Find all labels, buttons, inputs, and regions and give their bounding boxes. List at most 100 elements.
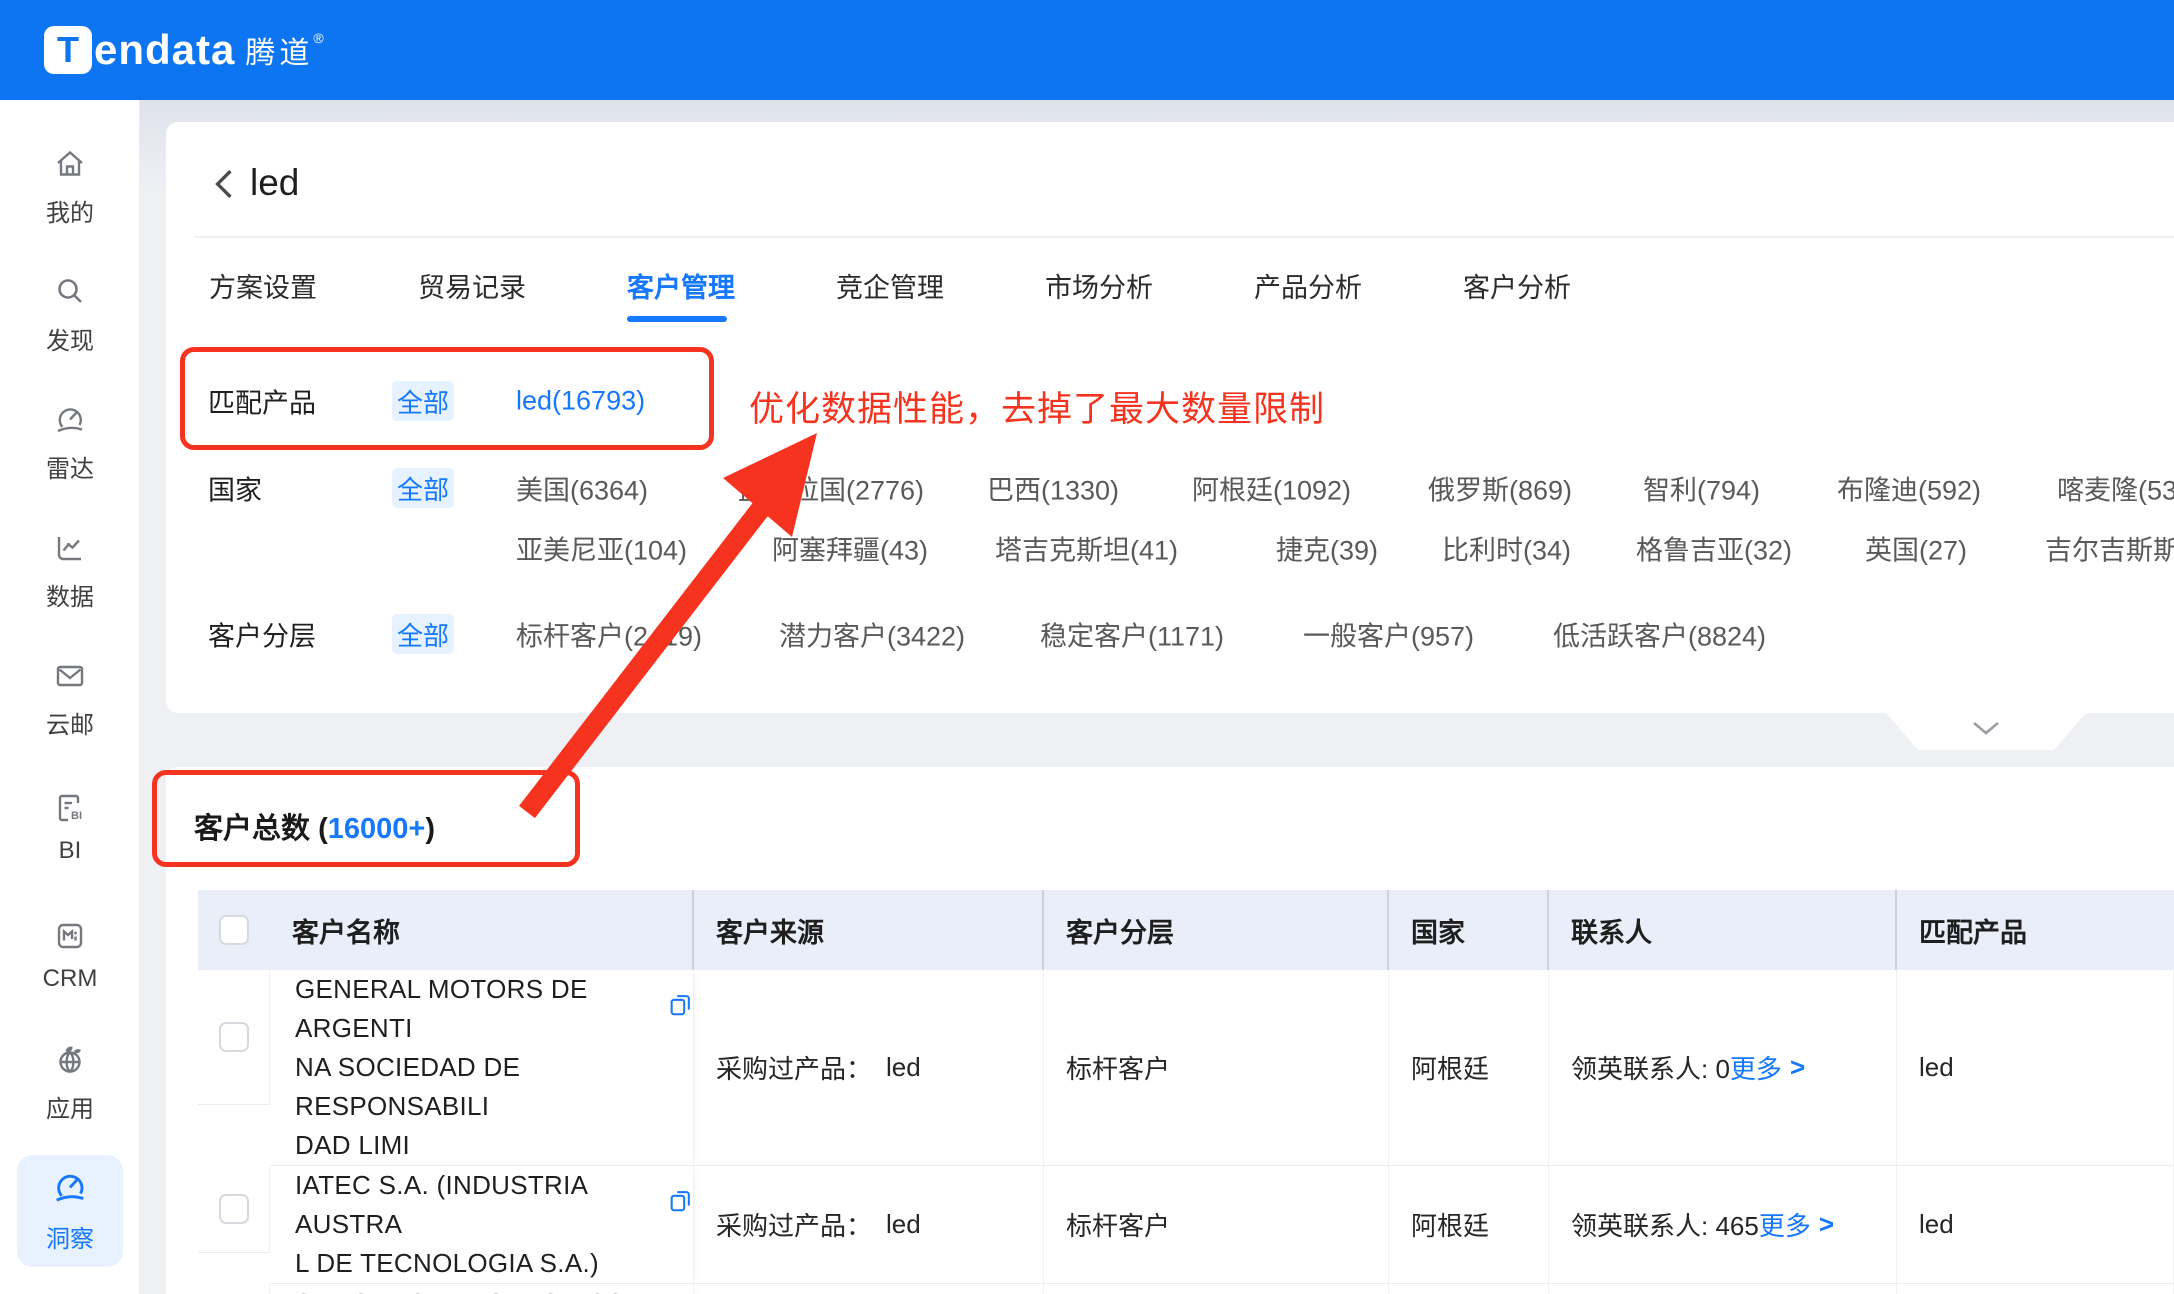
customer-source-cell: 采购过产品：led xyxy=(694,1166,1044,1284)
tab-trade-records[interactable]: 贸易记录 xyxy=(418,254,524,331)
sidebar-item-my[interactable]: 我的 xyxy=(0,137,140,237)
sidebar-item-cloudmail[interactable]: 云邮 xyxy=(0,649,140,749)
filter-country-item[interactable]: 布隆迪(592) xyxy=(1837,469,1981,508)
customer-country-cell: 智利 xyxy=(1389,1284,1549,1294)
sidebar-item-apps[interactable]: 应用 xyxy=(0,1033,140,1133)
radar-icon xyxy=(52,402,88,443)
filter-collapse-toggle[interactable] xyxy=(1886,713,2086,750)
filter-country-item[interactable]: 孟加拉国(2776) xyxy=(738,469,924,508)
filter-country-item[interactable]: 格鲁吉亚(32) xyxy=(1636,529,1792,568)
filter-label-product: 匹配产品 xyxy=(208,382,316,421)
filter-tier-item[interactable]: 标杆客户(2419) xyxy=(516,615,702,654)
row-checkbox-cell xyxy=(198,1166,270,1253)
filter-tier-item[interactable]: 低活跃客户(8824) xyxy=(1553,615,1766,654)
sidebar-item-crm[interactable]: CRM xyxy=(0,905,140,1005)
customer-table: 客户名称 客户来源 客户分层 国家 联系人 匹配产品 GENERAL MOTOR… xyxy=(198,890,2174,1294)
tab-customer-analysis[interactable]: 客户分析 xyxy=(1463,254,1569,331)
select-all-cell xyxy=(198,890,270,970)
filter-country-item[interactable]: 塔吉克斯坦(41) xyxy=(995,529,1178,568)
contact-more-link[interactable]: 更多 xyxy=(1730,1049,1782,1086)
contact-more-link[interactable]: 更多 xyxy=(1759,1206,1811,1243)
filter-country-item[interactable]: 美国(6364) xyxy=(516,469,648,508)
customer-name-cell: IATEC S.A. (INDUSTRIA AUSTRA L DE TECNOL… xyxy=(270,1166,694,1284)
tab-plan-settings[interactable]: 方案设置 xyxy=(209,254,315,331)
chevron-right-icon[interactable]: > xyxy=(1790,1052,1805,1083)
chevron-right-icon[interactable]: > xyxy=(1819,1209,1834,1240)
bi-icon: BI xyxy=(52,790,88,831)
filter-country-all-chip[interactable]: 全部 xyxy=(392,468,454,508)
filter-country-item[interactable]: 亚美尼亚(104) xyxy=(516,529,687,568)
filter-tier-item[interactable]: 一般客户(957) xyxy=(1303,615,1474,654)
filter-country-item[interactable]: 巴西(1330) xyxy=(987,469,1119,508)
customer-name-cell: SAMSUNG ELECTRONICS CHILE LTDA xyxy=(270,1284,694,1294)
row-checkbox[interactable] xyxy=(219,1194,249,1224)
sidebar-item-label: 洞察 xyxy=(46,1219,94,1254)
select-all-checkbox[interactable] xyxy=(219,915,249,945)
customer-list-card: 客户总数 (16000+) 客户名称 客户来源 客户分层 国家 联系人 匹配产品… xyxy=(166,767,2174,1294)
filter-label-tier: 客户分层 xyxy=(208,615,316,654)
sidebar-item-label: BI xyxy=(59,837,82,865)
customer-tier-cell: 标杆客户 xyxy=(1044,1284,1389,1294)
brand-logo[interactable]: T endata 腾道 ® xyxy=(44,26,324,74)
app-root: T endata 腾道 ® 我的 发现 雷达 数据 云邮 BI BI xyxy=(0,0,2174,1294)
filter-country-item[interactable]: 智利(794) xyxy=(1643,469,1760,508)
sidebar-item-radar[interactable]: 雷达 xyxy=(0,393,140,493)
brand-registered-mark: ® xyxy=(313,30,323,46)
sidebar-item-discover[interactable]: 发现 xyxy=(0,265,140,365)
customer-source-cell: 采购过产品：led xyxy=(694,970,1044,1166)
customer-tier-cell: 标杆客户 xyxy=(1044,970,1389,1166)
matched-product-cell: led xyxy=(1897,1166,2174,1284)
crm-icon xyxy=(52,918,88,959)
plan-detail-card: led 方案设置 贸易记录 客户管理 竞企管理 市场分析 产品分析 客户分析 匹… xyxy=(166,122,2174,713)
tab-market-analysis[interactable]: 市场分析 xyxy=(1045,254,1151,331)
brand-name-cjk: 腾道 xyxy=(245,28,313,72)
filter-country-item[interactable]: 阿根廷(1092) xyxy=(1192,469,1351,508)
customer-total-summary: 客户总数 (16000+) xyxy=(194,805,435,847)
filter-country-item[interactable]: 阿塞拜疆(43) xyxy=(772,529,928,568)
copy-icon[interactable] xyxy=(667,990,693,1029)
chevron-down-icon xyxy=(1969,720,2003,743)
customer-total-label: 客户总数 xyxy=(194,813,310,845)
sidebar-item-label: 云邮 xyxy=(46,705,94,740)
brand-name-latin: endata xyxy=(94,26,235,74)
sidebar-item-label: 应用 xyxy=(46,1089,94,1124)
filter-country-item[interactable]: 英国(27) xyxy=(1865,529,1967,568)
row-checkbox-cell xyxy=(198,970,270,1105)
customer-total-count: 16000+ xyxy=(328,813,426,845)
row-checkbox[interactable] xyxy=(219,1022,249,1052)
sidebar-item-label: CRM xyxy=(43,965,98,993)
filter-product-all-chip[interactable]: 全部 xyxy=(392,381,454,421)
col-header-product: 匹配产品 xyxy=(1897,890,2174,970)
insight-icon xyxy=(50,1168,90,1213)
copy-icon[interactable] xyxy=(667,1186,693,1225)
mail-icon xyxy=(52,658,88,699)
tab-product-analysis[interactable]: 产品分析 xyxy=(1254,254,1360,331)
filter-tier-all-chip[interactable]: 全部 xyxy=(392,614,454,654)
filter-tier-item[interactable]: 稳定客户(1171) xyxy=(1040,615,1224,654)
filter-product-led[interactable]: led(16793) xyxy=(516,386,645,417)
filter-country-item[interactable]: 喀麦隆(53 xyxy=(2057,469,2174,508)
filter-country-item[interactable]: 吉尔吉斯斯 xyxy=(2045,529,2174,568)
col-header-country: 国家 xyxy=(1389,890,1549,970)
home-icon xyxy=(52,146,88,187)
tab-bar: 方案设置 贸易记录 客户管理 竞企管理 市场分析 产品分析 客户分析 xyxy=(209,254,1569,331)
sidebar-item-bi[interactable]: BI BI xyxy=(0,777,140,877)
title-divider xyxy=(194,236,2174,238)
back-button[interactable] xyxy=(208,166,244,202)
sidebar-item-insight[interactable]: 洞察 xyxy=(17,1155,123,1267)
brand-logo-icon: T xyxy=(44,26,92,74)
sidebar-item-data[interactable]: 数据 xyxy=(0,521,140,621)
col-header-contact: 联系人 xyxy=(1549,890,1897,970)
customer-name-cell: GENERAL MOTORS DE ARGENTI NA SOCIEDAD DE… xyxy=(270,970,694,1166)
filter-tier-item[interactable]: 潜力客户(3422) xyxy=(779,615,965,654)
svg-text:BI: BI xyxy=(71,810,82,822)
filter-country-item[interactable]: 比利时(34) xyxy=(1442,529,1571,568)
filter-label-country: 国家 xyxy=(208,469,262,508)
filter-country-item[interactable]: 捷克(39) xyxy=(1276,529,1378,568)
active-tab-underline xyxy=(627,316,727,322)
tab-competitor-management[interactable]: 竞企管理 xyxy=(836,254,942,331)
customer-contact-cell: 领英联系人: 0更多> xyxy=(1549,970,1897,1166)
customer-source-cell: 采购过产品：led xyxy=(694,1284,1044,1294)
customer-country-cell: 阿根廷 xyxy=(1389,1166,1549,1284)
filter-country-item[interactable]: 俄罗斯(869) xyxy=(1428,469,1572,508)
